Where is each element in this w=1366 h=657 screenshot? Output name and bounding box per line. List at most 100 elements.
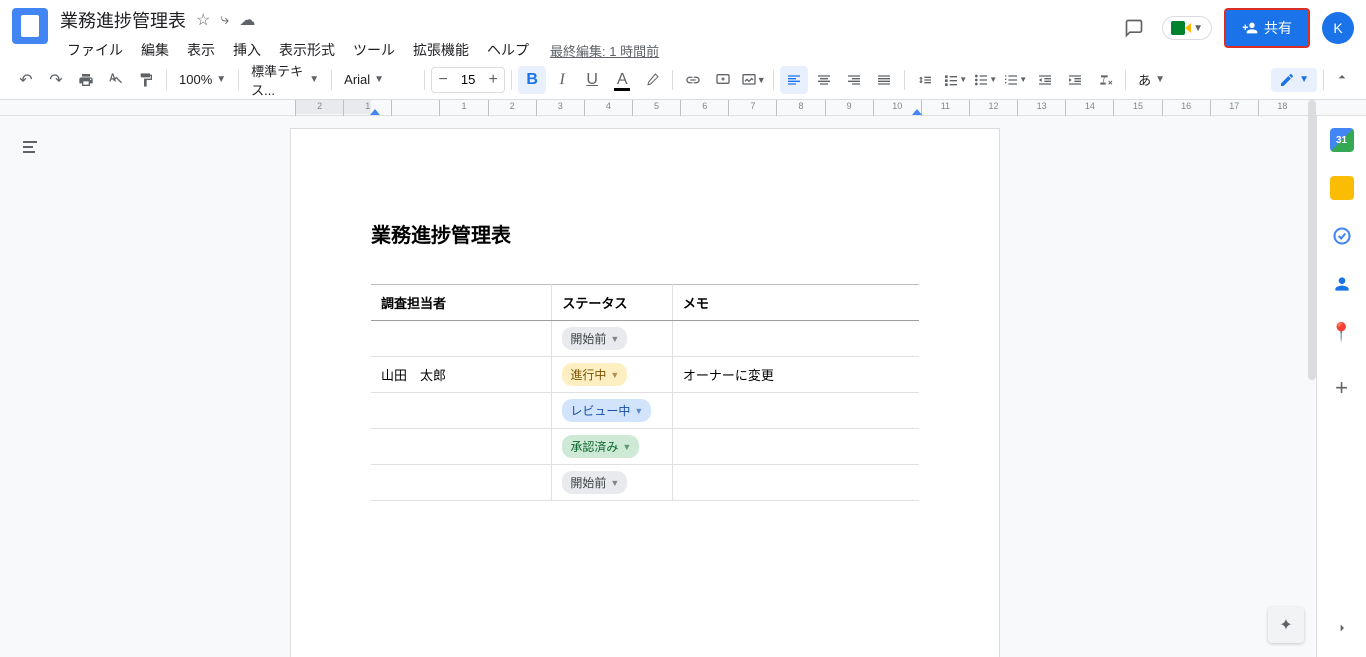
- line-spacing-button[interactable]: [911, 66, 939, 94]
- numbered-list-button[interactable]: ▼: [1001, 66, 1029, 94]
- cell-person[interactable]: [371, 465, 552, 501]
- insert-link-button[interactable]: [679, 66, 707, 94]
- tasks-icon[interactable]: [1330, 224, 1354, 248]
- explore-button[interactable]: ✦: [1268, 607, 1304, 643]
- cell-person[interactable]: [371, 321, 552, 357]
- menu-view[interactable]: 表示: [180, 36, 222, 64]
- align-justify-button[interactable]: [870, 66, 898, 94]
- cell-person[interactable]: [371, 429, 552, 465]
- status-chip[interactable]: レビュー中▼: [562, 399, 651, 422]
- table-row[interactable]: 山田 太郎進行中▼ オーナーに変更: [371, 357, 919, 393]
- share-button[interactable]: 共有: [1224, 8, 1310, 48]
- header-person[interactable]: 調査担当者: [371, 285, 552, 321]
- table-row[interactable]: レビュー中▼: [371, 393, 919, 429]
- collapse-toolbar-button[interactable]: [1330, 65, 1354, 94]
- cell-memo[interactable]: [672, 465, 919, 501]
- text-color-button[interactable]: A: [608, 66, 636, 94]
- vertical-scrollbar[interactable]: [1308, 100, 1316, 380]
- table-row[interactable]: 開始前▼: [371, 465, 919, 501]
- cell-status[interactable]: 承認済み▼: [552, 429, 673, 465]
- align-right-button[interactable]: [840, 66, 868, 94]
- cell-status[interactable]: 進行中▼: [552, 357, 673, 393]
- maps-icon[interactable]: [1330, 320, 1354, 344]
- comment-history-icon[interactable]: [1118, 12, 1150, 44]
- table-row[interactable]: 承認済み▼: [371, 429, 919, 465]
- bulleted-list-button[interactable]: ▼: [971, 66, 999, 94]
- bold-button[interactable]: B: [518, 66, 546, 94]
- status-chip[interactable]: 開始前▼: [562, 471, 627, 494]
- header-status[interactable]: ステータス: [552, 285, 673, 321]
- cell-status[interactable]: 開始前▼: [552, 321, 673, 357]
- align-left-button[interactable]: [780, 66, 808, 94]
- cell-memo[interactable]: [672, 321, 919, 357]
- progress-table[interactable]: 調査担当者 ステータス メモ 開始前▼ 山田 太郎進行中▼ オーナーに変更レビュー中…: [371, 284, 919, 501]
- meet-button[interactable]: ▼: [1162, 16, 1212, 40]
- print-button[interactable]: [72, 66, 100, 94]
- outline-toggle-icon[interactable]: [18, 136, 42, 160]
- insert-comment-button[interactable]: [709, 66, 737, 94]
- pencil-icon: [1279, 72, 1295, 88]
- style-select[interactable]: 標準テキス...▼: [245, 57, 325, 103]
- align-center-button[interactable]: [810, 66, 838, 94]
- indent-decrease-button[interactable]: [1031, 66, 1059, 94]
- menu-edit[interactable]: 編集: [134, 36, 176, 64]
- menu-extensions[interactable]: 拡張機能: [406, 36, 476, 64]
- redo-button[interactable]: ↷: [42, 66, 70, 94]
- person-add-icon: [1242, 20, 1258, 36]
- clear-formatting-button[interactable]: [1091, 66, 1119, 94]
- zoom-select[interactable]: 100%▼: [173, 68, 232, 91]
- indent-increase-button[interactable]: [1061, 66, 1089, 94]
- highlight-button[interactable]: [638, 66, 666, 94]
- hide-sidepanel-icon[interactable]: [1334, 620, 1350, 657]
- document-heading[interactable]: 業務進捗管理表: [371, 219, 919, 248]
- chevron-down-icon: ▼: [610, 370, 619, 380]
- underline-button[interactable]: U: [578, 66, 606, 94]
- title-block: 業務進捗管理表 ☆ ⤷ ☁ ファイル 編集 表示 挿入 表示形式 ツール 拡張機…: [60, 8, 1118, 64]
- font-size-decrease[interactable]: −: [432, 68, 454, 92]
- italic-button[interactable]: I: [548, 66, 576, 94]
- font-select[interactable]: Arial▼: [338, 68, 418, 91]
- move-icon[interactable]: ⤷: [220, 11, 229, 29]
- cell-memo[interactable]: オーナーに変更: [672, 357, 919, 393]
- font-size-increase[interactable]: +: [482, 68, 504, 92]
- checklist-button[interactable]: ▼: [941, 66, 969, 94]
- font-size-value[interactable]: 15: [454, 72, 482, 87]
- cell-person[interactable]: [371, 393, 552, 429]
- contacts-icon[interactable]: [1330, 272, 1354, 296]
- calendar-icon[interactable]: 31: [1330, 128, 1354, 152]
- header-memo[interactable]: メモ: [672, 285, 919, 321]
- spellcheck-button[interactable]: [102, 66, 130, 94]
- status-chip[interactable]: 進行中▼: [562, 363, 627, 386]
- document-area[interactable]: 業務進捗管理表 調査担当者 ステータス メモ 開始前▼ 山田 太郎進行中▼ オーナー…: [60, 116, 1316, 657]
- undo-button[interactable]: ↶: [12, 66, 40, 94]
- status-chip[interactable]: 承認済み▼: [562, 435, 639, 458]
- menu-tools[interactable]: ツール: [346, 36, 402, 64]
- insert-image-button[interactable]: ▼: [739, 66, 767, 94]
- ruler[interactable]: 21 123 456 789 101112 131415 161718: [0, 100, 1366, 116]
- paint-format-button[interactable]: [132, 66, 160, 94]
- docs-home-icon[interactable]: [12, 8, 48, 44]
- ime-select[interactable]: あ▼: [1132, 66, 1171, 93]
- menu-file[interactable]: ファイル: [60, 36, 130, 64]
- document-title[interactable]: 業務進捗管理表: [60, 7, 186, 33]
- table-row[interactable]: 開始前▼: [371, 321, 919, 357]
- status-chip[interactable]: 開始前▼: [562, 327, 627, 350]
- keep-icon[interactable]: [1330, 176, 1354, 200]
- editing-mode-button[interactable]: ▼: [1271, 68, 1317, 92]
- outline-rail: [0, 116, 60, 657]
- toolbar: ↶ ↷ 100%▼ 標準テキス...▼ Arial▼ − 15 + B I U …: [0, 60, 1366, 100]
- addons-icon[interactable]: +: [1330, 376, 1354, 400]
- cell-memo[interactable]: [672, 393, 919, 429]
- table-header-row: 調査担当者 ステータス メモ: [371, 285, 919, 321]
- cloud-status-icon[interactable]: ☁: [239, 10, 255, 30]
- cell-memo[interactable]: [672, 429, 919, 465]
- cell-person[interactable]: 山田 太郎: [371, 357, 552, 393]
- last-edit-link[interactable]: 最終編集: 1 時間前: [550, 41, 659, 60]
- cell-status[interactable]: 開始前▼: [552, 465, 673, 501]
- star-icon[interactable]: ☆: [196, 10, 210, 30]
- page[interactable]: 業務進捗管理表 調査担当者 ステータス メモ 開始前▼ 山田 太郎進行中▼ オーナー…: [290, 128, 1000, 657]
- side-panel: 31 +: [1316, 116, 1366, 657]
- menu-help[interactable]: ヘルプ: [480, 36, 536, 64]
- cell-status[interactable]: レビュー中▼: [552, 393, 673, 429]
- account-avatar[interactable]: K: [1322, 12, 1354, 44]
